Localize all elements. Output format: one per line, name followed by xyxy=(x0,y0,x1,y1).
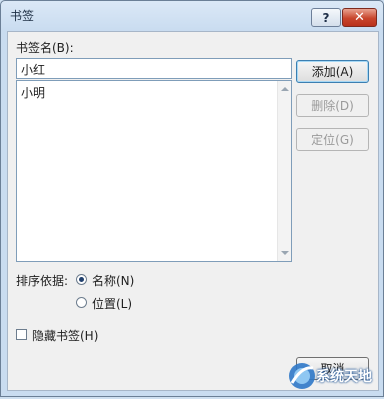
scroll-up-arrow-icon[interactable] xyxy=(281,87,289,91)
bookmark-name-label: 书签名(B): xyxy=(16,41,74,55)
sort-by-name-radio[interactable] xyxy=(76,274,87,285)
delete-button[interactable]: 删除(D) xyxy=(296,94,369,117)
dialog-body: 书签名(B): 小红 小明 添加(A) 删除(D) 定位(G) 排序依据: 名称… xyxy=(7,31,379,391)
sort-by-position-label[interactable]: 位置(L) xyxy=(92,295,132,312)
bookmark-dialog: 书签 ? ✕ 书签名(B): 小红 小明 添加(A) 删除(D) 定位(G) 排… xyxy=(0,0,384,397)
add-button[interactable]: 添加(A) xyxy=(296,60,369,83)
scroll-down-arrow-icon[interactable] xyxy=(281,251,289,255)
list-scrollbar[interactable] xyxy=(277,81,291,261)
bookmark-name-input[interactable]: 小红 xyxy=(16,58,292,79)
site-watermark: 系统天地 xyxy=(280,356,384,396)
sort-by-position-radio[interactable] xyxy=(76,297,87,308)
bookmark-list[interactable]: 小明 xyxy=(16,80,292,262)
help-button[interactable]: ? xyxy=(311,8,341,27)
close-button[interactable]: ✕ xyxy=(342,8,377,27)
hidden-bookmarks-label[interactable]: 隐藏书签(H) xyxy=(32,327,98,344)
hidden-bookmarks-checkbox[interactable] xyxy=(16,329,27,340)
radio-selected-dot-icon xyxy=(79,277,84,282)
sort-by-name-label[interactable]: 名称(N) xyxy=(92,272,134,289)
list-item[interactable]: 小明 xyxy=(21,84,45,101)
sort-label: 排序依据: xyxy=(16,274,69,288)
title-bar: 书签 ? ✕ xyxy=(1,1,383,31)
watermark-text: 系统天地 xyxy=(316,369,372,385)
dialog-title: 书签 xyxy=(10,9,35,23)
goto-button[interactable]: 定位(G) xyxy=(296,128,369,151)
